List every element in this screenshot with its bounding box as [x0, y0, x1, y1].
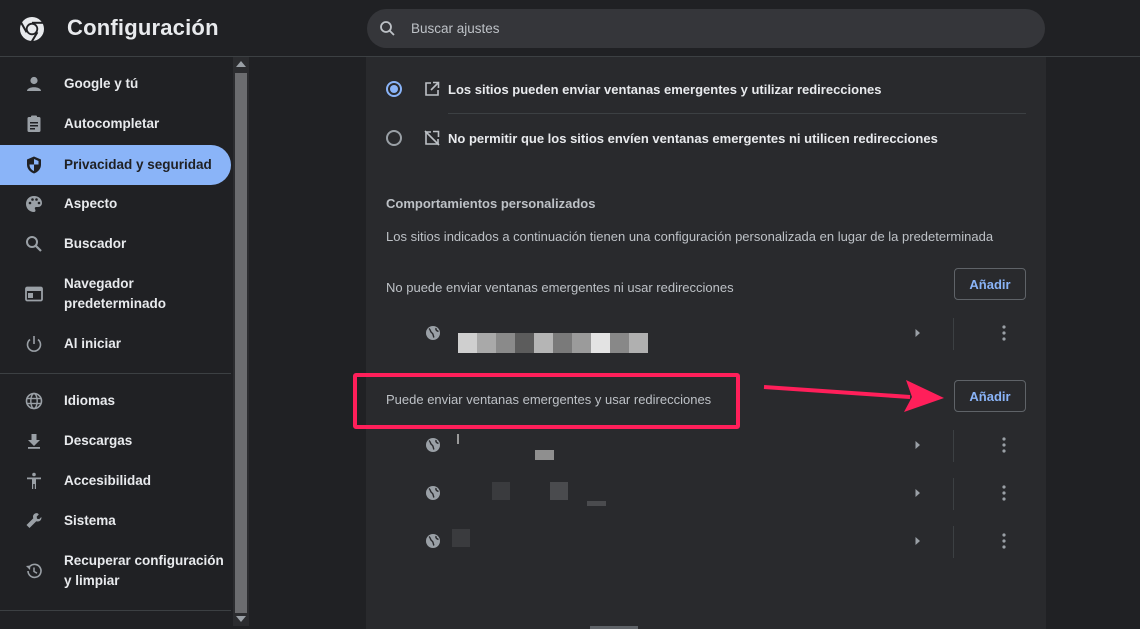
more-actions-icon[interactable]	[996, 436, 1012, 454]
add-allowed-site-button[interactable]: Añadir	[954, 380, 1026, 412]
search-box[interactable]	[367, 9, 1045, 48]
block-list-label: No puede enviar ventanas emergentes ni u…	[386, 280, 734, 295]
sidebar-item-downloads[interactable]: Descargas	[0, 428, 231, 454]
sidebar-item-reset[interactable]: Recuperar configuración y limpiar	[0, 548, 231, 594]
blurred-site-name	[452, 529, 470, 547]
sidebar-divider	[0, 610, 231, 611]
open-in-new-icon	[425, 81, 440, 96]
sidebar: Google y tú Autocompletar Privacidad y s…	[0, 57, 233, 629]
globe-icon	[25, 392, 43, 410]
option-separator	[448, 113, 1026, 114]
radio-block-popups[interactable]	[386, 130, 402, 146]
custom-behaviors-description: Los sitios indicados a continuación tien…	[386, 229, 994, 244]
blurred-site-name	[458, 333, 648, 353]
chevron-right-icon[interactable]	[914, 440, 922, 450]
blurred-site-name	[535, 450, 554, 460]
sidebar-item-label: Privacidad y seguridad	[64, 157, 212, 172]
chevron-right-icon[interactable]	[914, 536, 922, 546]
scroll-down-arrow-icon[interactable]	[236, 616, 246, 622]
sidebar-item-label: Recuperar configuración y limpiar	[64, 553, 224, 588]
globe-icon	[426, 326, 440, 340]
sidebar-item-system[interactable]: Sistema	[0, 508, 231, 534]
power-icon	[26, 336, 42, 352]
sidebar-item-label: Sistema	[64, 513, 116, 528]
row-separator	[953, 318, 954, 350]
palette-icon	[26, 196, 42, 212]
site-row[interactable]	[366, 518, 1046, 566]
sidebar-item-label: Al iniciar	[64, 336, 122, 351]
search-input[interactable]	[411, 9, 1011, 48]
sidebar-item-privacy[interactable]: Privacidad y seguridad	[0, 145, 231, 185]
sidebar-item-search-engine[interactable]: Buscador	[0, 231, 231, 257]
add-blocked-site-button[interactable]: Añadir	[954, 268, 1026, 300]
more-actions-icon[interactable]	[996, 484, 1012, 502]
row-separator	[953, 478, 954, 510]
sidebar-item-autofill[interactable]: Autocompletar	[0, 111, 231, 137]
clipboard-icon	[27, 115, 41, 132]
site-row[interactable]	[366, 310, 1046, 358]
sidebar-item-label: Aspecto	[64, 196, 118, 211]
browser-icon	[25, 286, 43, 302]
search-icon	[26, 236, 42, 252]
sidebar-item-label: Google y tú	[64, 76, 139, 91]
annotation-arrow-icon	[763, 380, 944, 412]
sidebar-item-google[interactable]: Google y tú	[0, 71, 231, 97]
shield-icon	[27, 156, 41, 174]
sidebar-item-label: Idiomas	[64, 393, 116, 408]
sidebar-item-default-browser[interactable]: Navegador predeterminado	[0, 271, 231, 317]
sidebar-item-label: Buscador	[64, 236, 127, 251]
sidebar-item-accessibility[interactable]: Accesibilidad	[0, 468, 231, 494]
globe-icon	[426, 486, 440, 500]
chevron-right-icon[interactable]	[914, 488, 922, 498]
sidebar-item-appearance[interactable]: Aspecto	[0, 191, 231, 217]
sidebar-item-languages[interactable]: Idiomas	[0, 388, 231, 414]
option-block-label: No permitir que los sitios envíen ventan…	[448, 131, 938, 146]
globe-icon	[426, 534, 440, 548]
sidebar-divider	[0, 373, 231, 374]
search-icon	[380, 21, 395, 36]
radio-allow-popups[interactable]	[386, 81, 402, 97]
row-separator	[953, 526, 954, 558]
settings-header: Configuración	[0, 0, 1140, 57]
chevron-right-icon[interactable]	[914, 328, 922, 338]
sidebar-item-on-startup[interactable]: Al iniciar	[0, 331, 231, 357]
chrome-logo-icon	[20, 17, 44, 42]
popups-blocked-icon	[424, 130, 440, 146]
blurred-site-name	[550, 482, 568, 500]
sidebar-item-label: Navegador predeterminado	[64, 276, 167, 311]
blurred-site-name	[587, 501, 606, 506]
sidebar-item-label: Accesibilidad	[64, 473, 152, 488]
globe-icon	[426, 438, 440, 452]
sidebar-scrollbar[interactable]	[233, 57, 249, 626]
download-icon	[28, 434, 40, 449]
scroll-up-arrow-icon[interactable]	[236, 61, 246, 67]
blurred-site-name	[492, 482, 510, 500]
scroll-thumb[interactable]	[235, 73, 247, 613]
more-actions-icon[interactable]	[996, 532, 1012, 550]
accessibility-icon	[27, 472, 41, 489]
site-row[interactable]	[366, 470, 1046, 518]
wrench-icon	[26, 513, 42, 528]
custom-behaviors-title: Comportamientos personalizados	[386, 196, 596, 211]
history-icon	[26, 563, 42, 579]
annotation-highlight-box	[353, 373, 740, 429]
popups-settings-card: Los sitios pueden enviar ventanas emerge…	[366, 57, 1046, 629]
page-title: Configuración	[67, 15, 219, 40]
person-icon	[27, 76, 41, 91]
sidebar-item-label: Autocompletar	[64, 116, 160, 131]
site-row[interactable]	[366, 422, 1046, 470]
row-separator	[953, 430, 954, 462]
option-allow-label: Los sitios pueden enviar ventanas emerge…	[448, 82, 882, 97]
more-actions-icon[interactable]	[996, 324, 1012, 342]
blurred-site-name	[457, 434, 459, 444]
sidebar-item-label: Descargas	[64, 433, 133, 448]
